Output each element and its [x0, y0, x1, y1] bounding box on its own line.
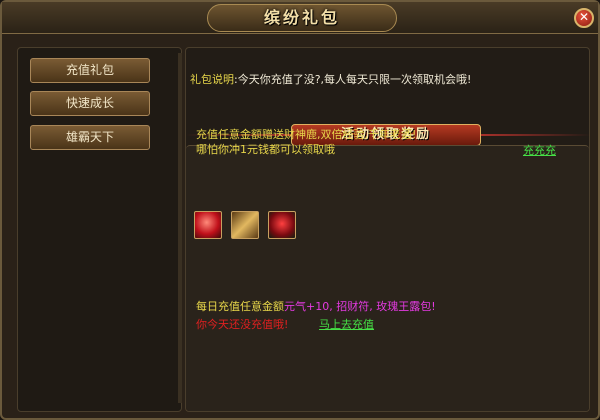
go-recharge-link[interactable]: 马上去充值 [319, 316, 374, 332]
recharge-link[interactable]: 充充充 [523, 142, 556, 158]
content-panel: 礼包说明:今天你充值了没?,每人每天只限一次领取机会哦! 活动领取奖励 充值任意… [185, 47, 591, 412]
reward-desc-1: 充值任意金额赠送财神鹿,双倍经验,千年老酒! [196, 128, 417, 141]
gift-pack-window: 缤纷礼包 ✕ 充值礼包 快速成长 雄霸天下 礼包说明:今天你充值了没?,每人每天… [0, 0, 600, 420]
reward-desc-2: 哪怕你冲1元钱都可以领取哦 [196, 143, 335, 156]
scroll-icon[interactable] [231, 211, 259, 239]
reward-box [186, 145, 589, 411]
title-bar: 缤纷礼包 ✕ [2, 2, 598, 34]
sidebar-item-fast-growth[interactable]: 快速成长 [30, 91, 150, 116]
ribbon-line-right [481, 134, 591, 136]
reward-prefix: 每日充值任意金额 [196, 300, 284, 313]
red-orb-icon[interactable] [194, 211, 222, 239]
pack-description: 礼包说明:今天你充值了没?,每人每天只限一次领取机会哦! [190, 71, 590, 87]
reward-items: 元气+10, 招财符, 玫瑰王露包! [284, 300, 436, 313]
sidebar-scrollbar[interactable] [178, 53, 182, 403]
rose-bouquet-icon[interactable] [268, 211, 296, 239]
not-recharged-warning: 你今天还没充值哦! [196, 318, 289, 331]
window-title: 缤纷礼包 [207, 4, 397, 32]
daily-reward-line: 每日充值任意金额元气+10, 招财符, 玫瑰王露包! [196, 298, 436, 314]
close-button[interactable]: ✕ [574, 8, 594, 28]
sidebar: 充值礼包 快速成长 雄霸天下 [17, 47, 182, 412]
sidebar-item-dominate[interactable]: 雄霸天下 [30, 125, 150, 150]
desc-label: 礼包说明 [190, 73, 234, 86]
desc-text: :今天你充值了没?,每人每天只限一次领取机会哦! [234, 73, 472, 86]
sidebar-item-recharge-pack[interactable]: 充值礼包 [30, 58, 150, 83]
